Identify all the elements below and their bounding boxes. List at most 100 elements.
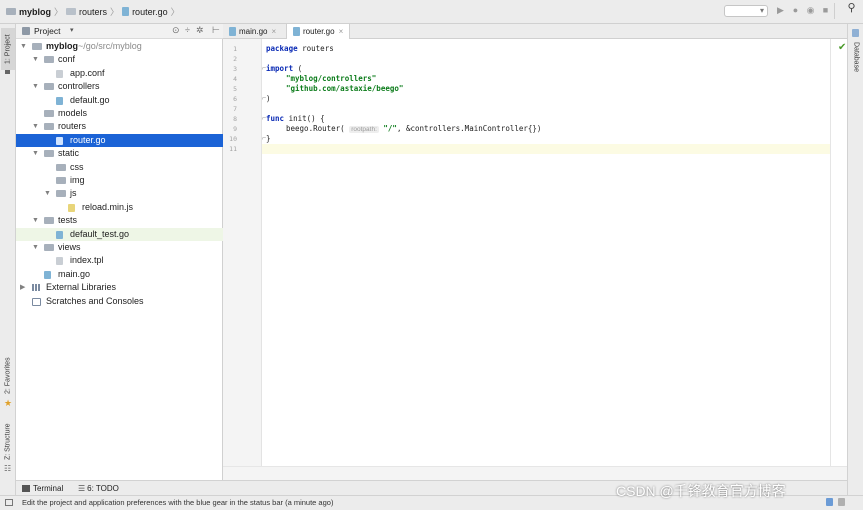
breadcrumb-project[interactable]: myblog [19, 7, 51, 17]
tree-item[interactable]: index.tpl [16, 254, 223, 267]
code-text: } [266, 134, 271, 143]
run-icon[interactable]: ▶ [776, 6, 785, 15]
tree-item[interactable]: ▶ External Libraries [16, 281, 223, 294]
folder-icon [6, 8, 16, 15]
tree-item[interactable]: models [16, 107, 223, 120]
watermark: CSDN @千锋教育官方博客 [616, 483, 786, 499]
tree-item[interactable]: ▼ routers [16, 120, 223, 133]
breadcrumb-folder[interactable]: routers [79, 7, 107, 17]
tree-item[interactable]: ▼ myblog ~/go/src/myblog [16, 40, 223, 53]
chevron-down-icon[interactable]: ▼ [32, 53, 39, 66]
horizontal-scrollbar[interactable] [223, 466, 847, 480]
tree-item[interactable]: router.go [16, 133, 223, 147]
code-text: init() { [284, 114, 325, 123]
tree-item[interactable]: reload.min.js [16, 201, 223, 214]
code-text: , &controllers.MainController{}) [396, 124, 542, 133]
tree-item[interactable]: default_test.go [16, 227, 223, 241]
library-icon [32, 284, 41, 292]
right-tool-strip: Database [847, 24, 863, 495]
todo-button[interactable]: ☰ 6: TODO [78, 481, 119, 496]
chevron-down-icon[interactable]: ▼ [32, 241, 39, 254]
collapse-icon[interactable]: ÷ [185, 25, 190, 35]
tree-item[interactable]: ▼ conf [16, 53, 223, 66]
folder-icon [44, 217, 54, 225]
tree-item-label: reload.min.js [82, 201, 134, 212]
chevron-down-icon[interactable]: ▼ [20, 40, 27, 53]
tree-item[interactable]: img [16, 174, 223, 187]
tree-item[interactable]: Scratches and Consoles [16, 295, 223, 308]
tree-item[interactable]: ▼ tests [16, 214, 223, 227]
debug-icon[interactable]: ● [791, 6, 800, 15]
tree-item[interactable]: ▼ controllers [16, 80, 223, 93]
keyword: func [266, 114, 285, 123]
tree-item-label: default_test.go [70, 228, 130, 239]
database-tool-tab[interactable]: Database [849, 39, 863, 75]
go-file-icon [44, 270, 51, 279]
chevron-down-icon[interactable]: ▼ [44, 187, 51, 200]
terminal-button[interactable]: Terminal [22, 481, 63, 496]
right-margin-guide [830, 39, 831, 466]
tree-item-label: router.go [70, 134, 106, 145]
stop-icon[interactable]: ■ [821, 6, 830, 15]
hide-icon[interactable]: ⊢ [212, 25, 220, 36]
search-icon[interactable]: ⚲ [847, 3, 856, 14]
tree-item[interactable]: ▼ static [16, 147, 223, 160]
tab-main-go[interactable]: main.go × [223, 24, 286, 39]
code-line-5: "github.com/astaxie/beego" [286, 84, 403, 94]
code-line-9: beego.Router( rootpath: "/", &controller… [286, 124, 541, 134]
gear-icon[interactable]: ✲ [196, 25, 204, 36]
tree-item-label: models [58, 108, 88, 118]
structure-tool-tab[interactable]: Z: Structure [1, 420, 15, 464]
line-number: 5 [233, 85, 237, 93]
chevron-right-icon[interactable]: ▶ [20, 281, 25, 294]
navigation-bar: myblog 〉 routers 〉 router.go 〉 ▾ ▶ ● ◉ ■… [0, 0, 863, 24]
go-file-icon [122, 7, 130, 16]
chevron-down-icon[interactable]: ▼ [32, 214, 39, 227]
tree-item-label: conf [58, 54, 76, 65]
folder-icon [44, 56, 54, 64]
chevron-down-icon[interactable]: ▼ [32, 120, 39, 133]
run-configuration-select[interactable]: ▾ [724, 5, 768, 17]
tree-item[interactable]: default.go [16, 94, 223, 107]
editor-tab-bar: main.go × router.go × [223, 24, 847, 39]
line-number: 1 [233, 45, 237, 53]
line-number: 11 [229, 145, 237, 153]
tree-item[interactable]: css [16, 161, 223, 174]
tree-item[interactable]: app.conf [16, 67, 223, 80]
project-panel-title[interactable]: Project [34, 26, 60, 36]
code-editor[interactable] [262, 39, 847, 466]
go-file-icon [56, 136, 63, 145]
panel-toggle-icon[interactable] [5, 499, 13, 506]
toolbar-divider [834, 3, 835, 19]
file-icon [56, 69, 63, 78]
tree-item-label: myblog [46, 41, 79, 51]
js-file-icon [68, 203, 75, 212]
code-line-1: package routers [266, 44, 334, 54]
terminal-label: Terminal [33, 484, 64, 493]
folder-icon [32, 43, 42, 50]
tree-item-path: ~/go/src/myblog [78, 41, 142, 51]
tab-label: router.go [303, 27, 335, 36]
tree-item[interactable]: ▼ js [16, 187, 223, 200]
breadcrumb-file[interactable]: router.go [132, 7, 168, 17]
code-line-10: } [266, 134, 271, 144]
line-number: 2 [233, 55, 237, 63]
status-message: Edit the project and application prefere… [22, 498, 334, 507]
coverage-icon[interactable]: ◉ [806, 6, 815, 15]
tab-router-go[interactable]: router.go × [286, 24, 350, 39]
favorites-tool-tab[interactable]: 2: Favorites [1, 354, 15, 398]
close-icon[interactable]: × [271, 27, 276, 36]
tree-item[interactable]: main.go [16, 268, 223, 281]
lock-icon[interactable] [838, 498, 845, 506]
gear-icon[interactable] [826, 498, 833, 506]
go-file-icon [56, 96, 63, 105]
line-number: 7 [233, 105, 237, 113]
inspection-ok-icon: ✔ [838, 42, 847, 53]
tree-item[interactable]: ▼ views [16, 241, 223, 254]
locate-icon[interactable]: ⊙ [172, 25, 180, 36]
chevron-down-icon[interactable]: ▼ [32, 147, 39, 160]
close-icon[interactable]: × [339, 27, 344, 36]
chevron-down-icon[interactable]: ▾ [70, 26, 74, 34]
project-tool-tab[interactable]: 1: Project [1, 28, 15, 70]
chevron-down-icon[interactable]: ▼ [32, 80, 39, 93]
